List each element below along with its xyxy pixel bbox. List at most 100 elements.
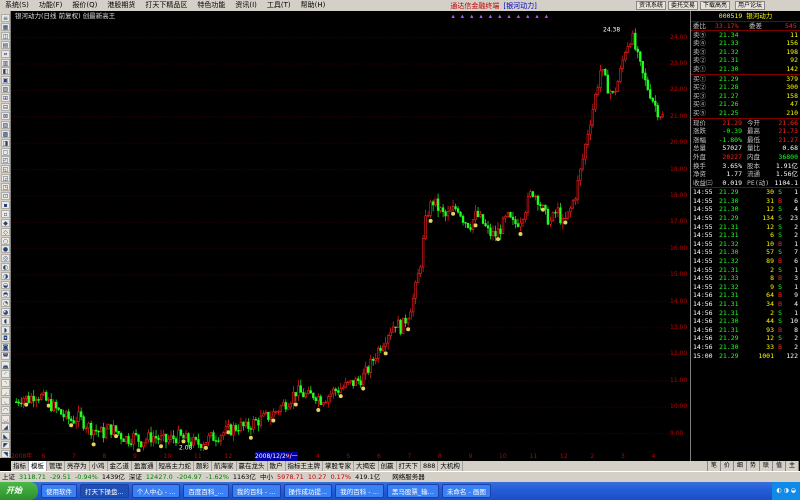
toolbar-button-icon[interactable]: ◇	[1, 227, 10, 236]
toolbar-button-icon[interactable]: ◎	[1, 254, 10, 263]
tick-row[interactable]: 14:55 21.32 10 B 1	[691, 240, 800, 249]
download-button[interactable]: 下载高亮	[700, 1, 731, 10]
tick-row[interactable]: 14:55 21.31 6 S 2	[691, 231, 800, 240]
panel-tab[interactable]: 值	[773, 461, 786, 471]
toolbar-button-icon[interactable]: ◙	[1, 343, 10, 352]
toolbar-button-icon[interactable]: ◨	[1, 138, 10, 147]
info-system-button[interactable]: 资讯系统	[636, 1, 667, 10]
toolbar-button-icon[interactable]: ⌗	[1, 49, 10, 58]
indicator-tab[interactable]: 航海家	[212, 461, 237, 471]
indicator-tab[interactable]: 短高主力蛇	[157, 461, 194, 471]
indicator-tab[interactable]: 888	[421, 461, 439, 471]
menu-item-info[interactable]: 资讯(I)	[230, 0, 262, 11]
menu-item-premium[interactable]: 打天下精品区	[140, 0, 192, 11]
toolbar-button-icon[interactable]: ◖	[1, 316, 10, 325]
tick-row[interactable]: 15:00 21.29 1001 122	[691, 352, 800, 361]
taskbar-item[interactable]: 个人中心 - ...	[131, 484, 181, 498]
indicator-tab[interactable]: 亮存为	[65, 461, 90, 471]
menu-item-special[interactable]: 特色功能	[192, 0, 230, 11]
toolbar-button-icon[interactable]: ◜	[1, 370, 10, 378]
menu-item-function[interactable]: 功能(F)	[34, 0, 68, 11]
toolbar-button-icon[interactable]: ◲	[1, 174, 10, 183]
kline-chart[interactable]: 24.38 2.08	[11, 21, 670, 459]
panel-tab[interactable]: 势	[747, 461, 760, 471]
toolbar-button-icon[interactable]: ◢	[1, 423, 10, 432]
toolbar-button-icon[interactable]: ◓	[1, 289, 10, 298]
toolbar-button-icon[interactable]: ◳	[1, 183, 10, 192]
indicator-tab[interactable]: 散户	[268, 461, 286, 471]
toolbar-button-icon[interactable]: ◝	[1, 378, 10, 387]
tick-row[interactable]: 14:55 21.33 8 B 3	[691, 274, 800, 283]
toolbar-button-icon[interactable]: ◚	[1, 352, 10, 361]
taskbar-item[interactable]: 未命名 - 画图	[441, 484, 491, 498]
toolbar-button-icon[interactable]: ◡	[1, 414, 10, 423]
taskbar-item[interactable]: 百度百科_...	[183, 484, 229, 498]
tick-list[interactable]: 14:55 21.29 30 S 1 14:55 21.30 31 B 6 14:55 21.30 12…	[691, 187, 800, 360]
tick-row[interactable]: 14:56 21.31 93 B 8	[691, 326, 800, 335]
toolbar-button-icon[interactable]: ▫	[1, 209, 10, 218]
taskbar-item[interactable]: 操作成功提...	[283, 484, 333, 498]
tick-row[interactable]: 14:55 21.31 12 S 2	[691, 223, 800, 232]
toolbar-button-icon[interactable]: ◤	[1, 441, 10, 450]
menu-item-quote[interactable]: 报价(Q)	[67, 0, 102, 11]
panel-tab[interactable]: 笔	[708, 461, 721, 471]
toolbar-button-icon[interactable]: ◰	[1, 156, 10, 165]
toolbar-button-icon[interactable]: ▣	[1, 76, 10, 85]
toolbar-button-icon[interactable]: ◞	[1, 387, 10, 396]
indicator-tab[interactable]: 掌股专家	[323, 461, 354, 471]
indicator-tab[interactable]: 创赢	[379, 461, 397, 471]
indicator-tab[interactable]: 小鸡	[90, 461, 108, 471]
taskbar-item[interactable]: 使用软件	[41, 484, 77, 498]
menu-item-system[interactable]: 系统(S)	[0, 0, 34, 11]
tick-row[interactable]: 14:56 21.30 33 B 2	[691, 343, 800, 352]
start-button[interactable]: 开始	[0, 482, 38, 500]
indicator-tab[interactable]: 指标王主牌	[286, 461, 323, 471]
toolbar-button-icon[interactable]: ◥	[1, 450, 10, 459]
toolbar-button-icon[interactable]: ▤	[1, 40, 10, 49]
toolbar-button-icon[interactable]: ◫	[1, 31, 10, 40]
indicator-tab[interactable]: 赢在龙头	[237, 461, 268, 471]
toolbar-button-icon[interactable]: ◛	[1, 361, 10, 370]
panel-tab[interactable]: 联	[760, 461, 773, 471]
menu-item-tools[interactable]: 工具(T)	[262, 0, 296, 11]
toolbar-button-icon[interactable]: ◑	[1, 272, 10, 281]
toolbar-button-icon[interactable]: ⊟	[1, 103, 10, 111]
panel-tab[interactable]: 细	[734, 461, 747, 471]
toolbar-button-icon[interactable]: ◕	[1, 307, 10, 316]
toolbar-button-icon[interactable]: ◧	[1, 67, 10, 76]
toolbar-button-icon[interactable]: ▥	[1, 58, 10, 67]
indicator-tab[interactable]: 金乙道	[108, 461, 132, 471]
indicator-tab[interactable]: 大机构	[438, 461, 463, 471]
menu-item-help[interactable]: 帮助(H)	[296, 0, 331, 11]
toolbar-button-icon[interactable]: ▪	[1, 200, 10, 209]
tick-row[interactable]: 14:55 21.30 31 B 6	[691, 197, 800, 206]
tick-row[interactable]: 14:56 21.31 2 S 1	[691, 309, 800, 318]
tick-row[interactable]: 14:55 21.32 9 S 1	[691, 283, 800, 292]
toolbar-button-icon[interactable]: ▦	[1, 22, 10, 31]
toolbar-button-icon[interactable]: ⊞	[1, 94, 10, 103]
tick-row[interactable]: 14:55 21.31 2 S 1	[691, 266, 800, 275]
panel-tab[interactable]: 价	[721, 461, 734, 471]
toolbar-button-icon[interactable]: ◔	[1, 298, 10, 307]
indicator-tab[interactable]: 大揭宏	[354, 461, 379, 471]
forum-button[interactable]: 用户论坛	[735, 1, 766, 10]
tick-row[interactable]: 14:55 21.32 89 B 6	[691, 257, 800, 266]
indicator-tab[interactable]: 模板	[29, 461, 47, 471]
indicator-tab[interactable]: 题彩	[194, 461, 212, 471]
tick-row[interactable]: 14:56 21.31 64 B 9	[691, 291, 800, 300]
tick-row[interactable]: 14:55 21.29 134 S 23	[691, 214, 800, 223]
tick-row[interactable]: 14:55 21.30 12 S 4	[691, 205, 800, 214]
toolbar-button-icon[interactable]: ○	[1, 236, 10, 245]
tick-row[interactable]: 14:56 21.30 44 S 10	[691, 317, 800, 326]
toolbar-button-icon[interactable]: ◟	[1, 396, 10, 405]
server-status[interactable]: 网络服务器	[390, 472, 427, 483]
toolbar-button-icon[interactable]: ⊠	[1, 111, 10, 120]
toolbar-button-icon[interactable]: ◗	[1, 325, 10, 334]
indicator-tab[interactable]: 打天下	[397, 461, 421, 471]
taskbar-item[interactable]: 黑马股票_输...	[386, 484, 439, 498]
toolbar-button-icon[interactable]: ◒	[1, 281, 10, 289]
toolbar-button-icon[interactable]: ◘	[1, 334, 10, 343]
toolbar-button-icon[interactable]: ◣	[1, 432, 10, 441]
toolbar-button-icon[interactable]: ▧	[1, 120, 10, 129]
tick-row[interactable]: 14:56 21.31 34 B 4	[691, 300, 800, 309]
